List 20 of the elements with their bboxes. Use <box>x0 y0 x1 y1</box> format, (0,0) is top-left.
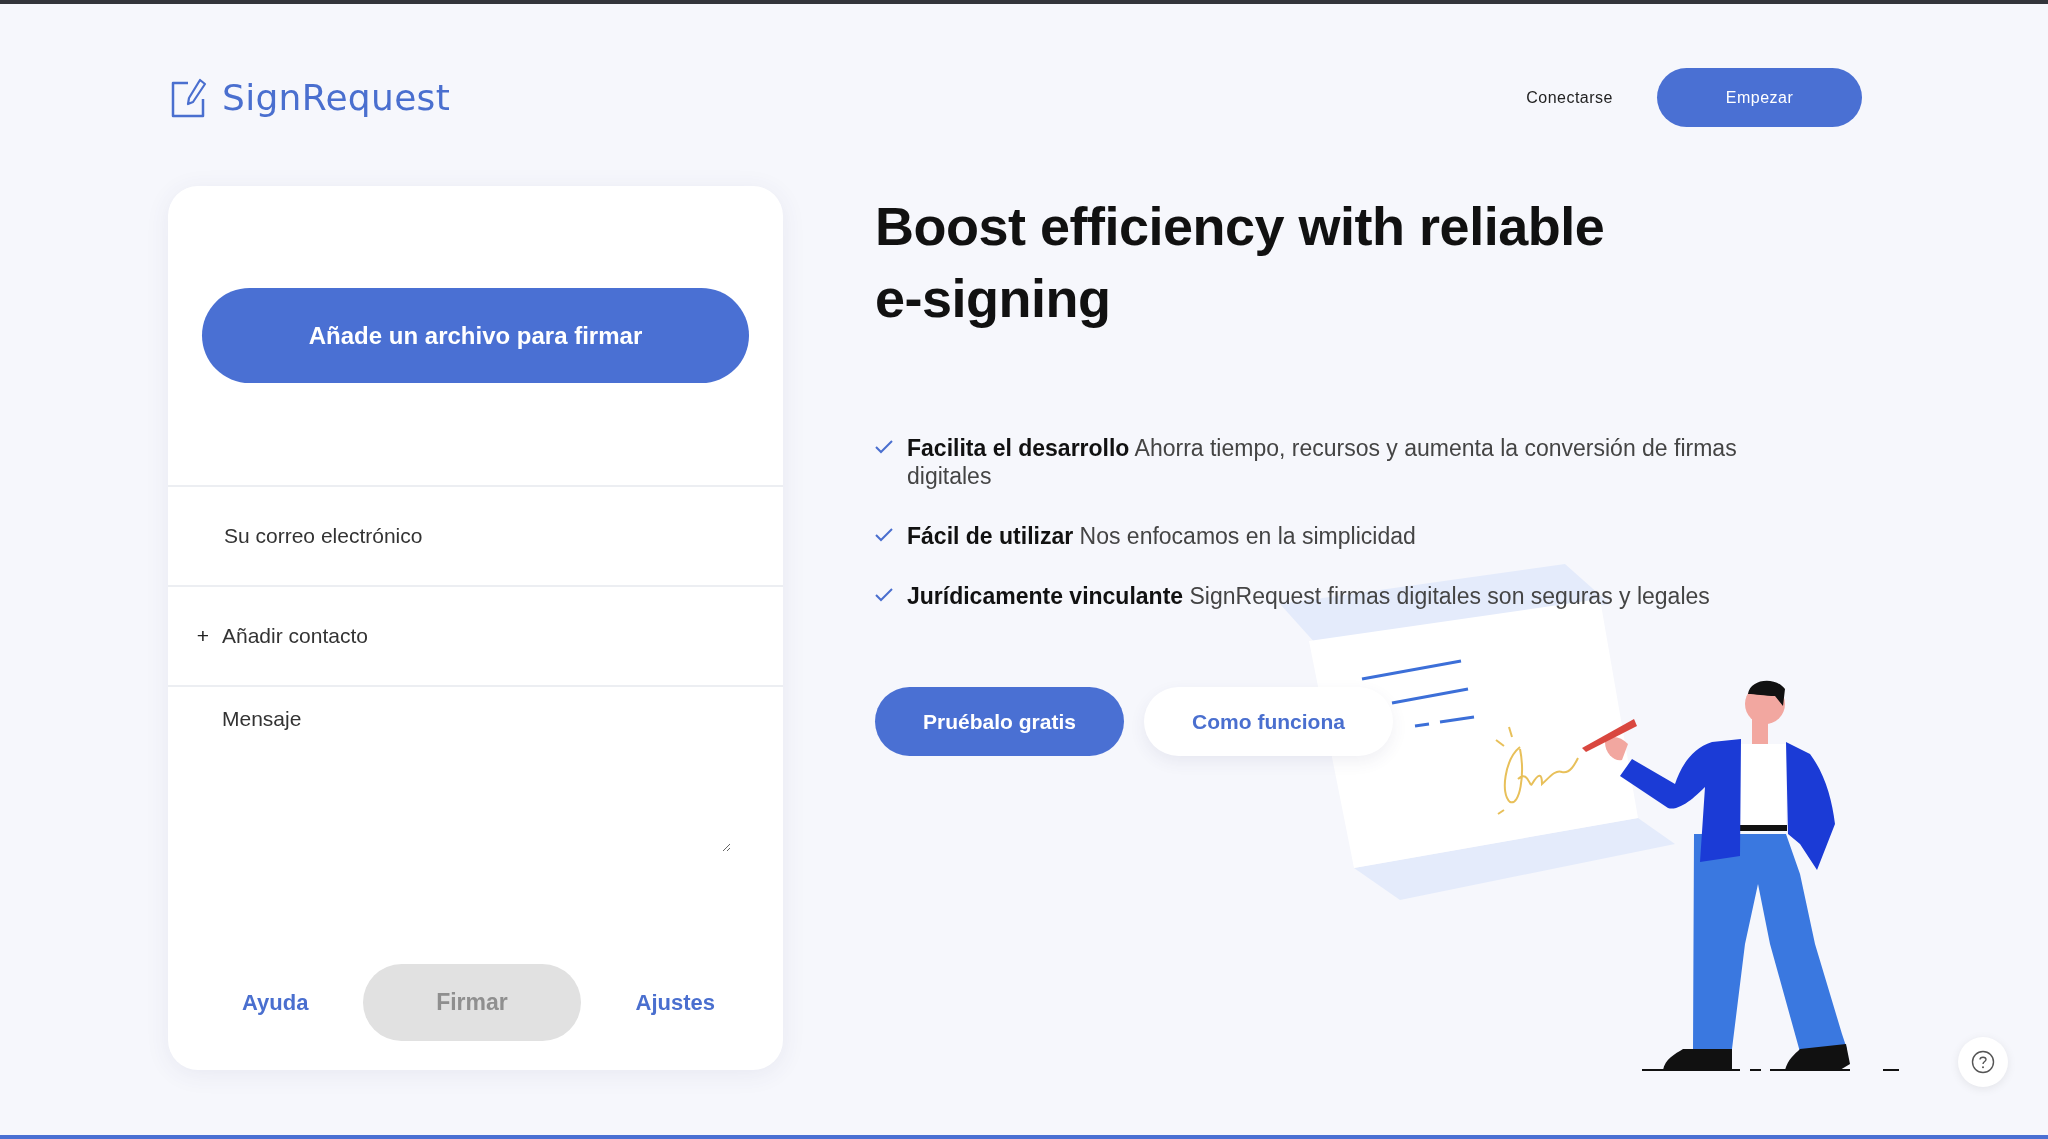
how-it-works-button[interactable]: Como funciona <box>1144 687 1393 756</box>
feature-text: Facilita el desarrollo Ahorra tiempo, recursos y aumenta la conversión de firmas digitales <box>907 434 1738 490</box>
hero-heading: Boost efficiency with reliable e-signing <box>875 195 1606 330</box>
feature-text: Fácil de utilizar Nos enfocamos en la simplicidad <box>907 522 1417 550</box>
start-button[interactable]: Empezar <box>1657 68 1862 127</box>
check-icon <box>875 528 893 542</box>
help-button[interactable] <box>1958 1037 2008 1087</box>
try-free-button[interactable]: Pruébalo gratis <box>875 687 1124 756</box>
login-link[interactable]: Conectarse <box>1526 88 1613 107</box>
logo-text: SignRequest <box>222 77 451 118</box>
email-field[interactable]: Su correo electrónico <box>222 523 706 549</box>
upload-button[interactable]: Añade un archivo para firmar <box>202 288 749 383</box>
feature-text: Jurídicamente vinculante SignRequest firmas digitales son seguras y legales <box>907 582 1711 610</box>
footer-link[interactable]: Ayuda <box>242 989 309 1016</box>
add-contact-button[interactable]: + Añadir contacto <box>196 624 368 648</box>
check-icon <box>875 588 893 602</box>
edit-icon <box>170 76 208 119</box>
footer-link[interactable]: Ajustes <box>635 989 715 1016</box>
help-icon <box>1971 1050 1995 1074</box>
check-icon <box>875 440 893 454</box>
